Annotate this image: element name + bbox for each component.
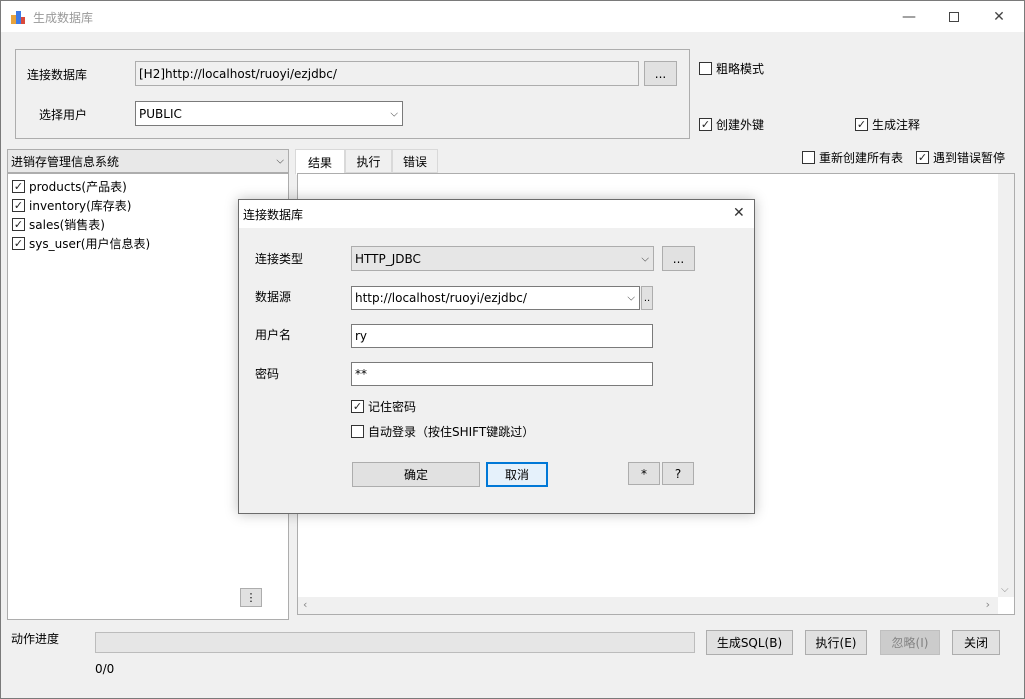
progress-bar: [95, 632, 695, 653]
select-user-label: 选择用户: [39, 108, 88, 122]
user-select[interactable]: PUBLIC ⌵: [135, 101, 403, 126]
username-label: 用户名: [255, 328, 292, 342]
datasource-select[interactable]: http://localhost/ruoyi/ezjdbc/ ⌵: [351, 286, 640, 310]
maximize-button[interactable]: [931, 1, 977, 32]
rough-mode-checkbox[interactable]: 粗略模式: [699, 60, 764, 77]
chevron-down-icon: ⌵: [627, 292, 635, 304]
conn-type-select[interactable]: HTTP_JDBC ⌵: [351, 246, 654, 271]
conn-type-more-button[interactable]: ...: [662, 246, 695, 271]
check-icon: ✓: [12, 237, 25, 250]
tree-menu-button[interactable]: ⋮: [240, 588, 262, 607]
recreate-all-checkbox[interactable]: 重新创建所有表: [802, 149, 903, 166]
dialog-title: 连接数据库: [243, 208, 304, 222]
checkbox-box: [699, 62, 712, 75]
pause-on-error-checkbox[interactable]: ✓ 遇到错误暂停: [916, 149, 1005, 166]
close-icon: ✕: [993, 8, 1005, 25]
tab-result[interactable]: 结果: [295, 149, 345, 175]
create-fk-checkbox[interactable]: ✓ 创建外键: [699, 116, 764, 133]
tab-error[interactable]: 错误: [392, 149, 438, 173]
window-title: 生成数据库: [33, 11, 94, 25]
close-icon: ✕: [733, 205, 745, 221]
scroll-left-icon: ‹: [303, 598, 308, 611]
password-input[interactable]: **: [351, 362, 653, 386]
password-label: 密码: [255, 367, 280, 381]
dialog-close-button[interactable]: ✕: [733, 205, 745, 221]
gen-sql-button[interactable]: 生成SQL(B): [706, 630, 793, 655]
connect-db-field: [H2]http://localhost/ruoyi/ezjdbc/: [135, 61, 639, 86]
check-icon: ✓: [855, 118, 868, 131]
vertical-scrollbar[interactable]: ⌵: [998, 174, 1014, 597]
help-button[interactable]: ?: [662, 462, 694, 485]
chevron-down-icon: ⌵: [641, 253, 649, 264]
gen-comment-checkbox[interactable]: ✓ 生成注释: [855, 116, 920, 133]
close-window-button[interactable]: ✕: [976, 1, 1022, 32]
check-icon: ✓: [699, 118, 712, 131]
datasource-label: 数据源: [255, 290, 292, 304]
close-button[interactable]: 关闭: [952, 630, 1000, 655]
tab-execute[interactable]: 执行: [345, 149, 392, 173]
dialog-title-bar: 连接数据库 ✕: [239, 200, 754, 228]
maximize-icon: [949, 11, 959, 22]
check-icon: ✓: [12, 218, 25, 231]
ignore-button[interactable]: 忽略(I): [880, 630, 940, 655]
progress-label: 动作进度: [11, 632, 60, 646]
chevron-down-icon: ⌵: [276, 155, 284, 167]
app-icon: [11, 11, 25, 24]
username-input[interactable]: ry: [351, 324, 653, 348]
check-icon: ✓: [12, 199, 25, 212]
checkbox-box: [802, 151, 815, 164]
cancel-button[interactable]: 取消: [486, 462, 548, 487]
title-bar: 生成数据库 — ✕: [1, 1, 1024, 32]
connect-db-browse-button[interactable]: ...: [644, 61, 677, 86]
check-icon: ✓: [916, 151, 929, 164]
scroll-right-icon: ›: [985, 598, 990, 611]
tree-item-products[interactable]: ✓ products(产品表): [8, 177, 288, 196]
check-icon: ✓: [12, 180, 25, 193]
checkbox-box: [351, 425, 364, 438]
execute-button[interactable]: 执行(E): [805, 630, 867, 655]
horizontal-scrollbar[interactable]: ‹ ›: [298, 597, 998, 614]
ok-button[interactable]: 确定: [352, 462, 480, 487]
conn-type-label: 连接类型: [255, 252, 304, 266]
project-select[interactable]: 进销存管理信息系统 ⌵: [7, 149, 289, 173]
minimize-button[interactable]: —: [886, 1, 932, 32]
datasource-more-button[interactable]: ..: [641, 286, 653, 310]
remember-password-checkbox[interactable]: ✓ 记住密码: [351, 398, 416, 415]
chevron-down-icon: ⌵: [390, 108, 398, 119]
check-icon: ✓: [351, 400, 364, 413]
connect-db-dialog: 连接数据库 ✕ 连接类型 HTTP_JDBC ⌵ ... 数据源 http://…: [238, 199, 755, 514]
connect-db-label: 连接数据库: [27, 68, 88, 82]
more-vert-icon: ⋮: [245, 591, 257, 604]
auto-login-checkbox[interactable]: 自动登录（按住SHIFT键跳过）: [351, 423, 534, 440]
minimize-icon: —: [902, 8, 916, 25]
progress-count: 0/0: [95, 662, 115, 676]
star-button[interactable]: *: [628, 462, 660, 485]
scroll-down-icon: ⌵: [1001, 584, 1009, 595]
